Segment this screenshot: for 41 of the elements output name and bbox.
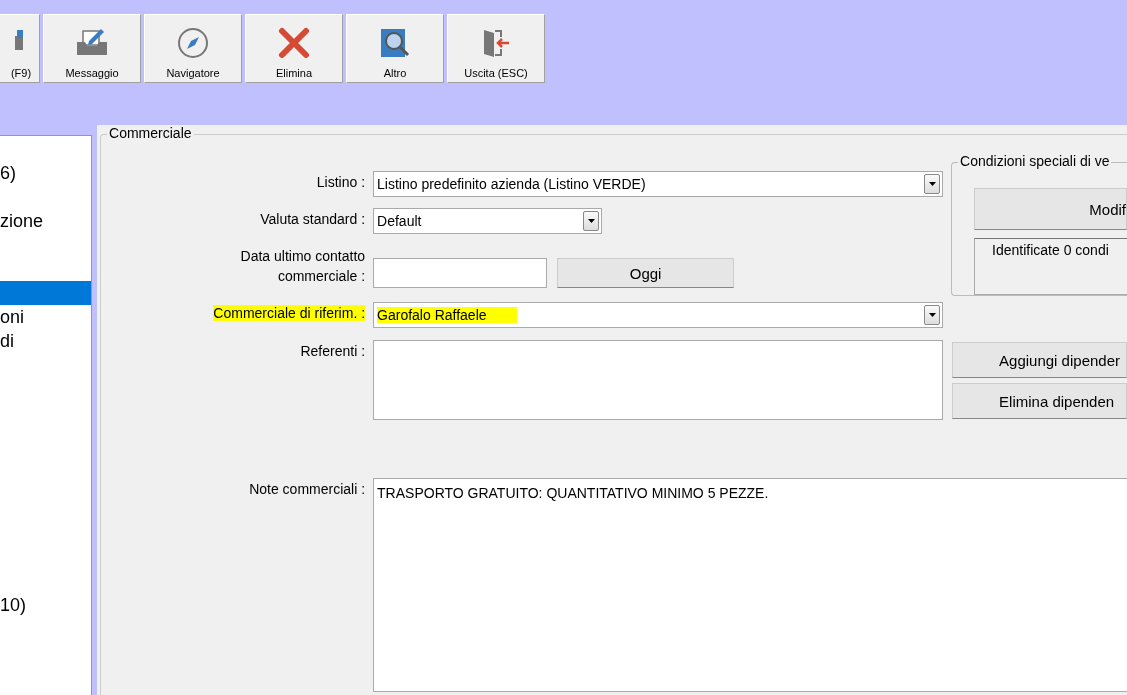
modify-button[interactable]: Modif bbox=[974, 188, 1127, 230]
close-icon bbox=[278, 27, 310, 59]
listino-dropdown[interactable]: Listino predefinito azienda (Listino VERDE) bbox=[373, 171, 944, 197]
caret-down-icon bbox=[928, 313, 936, 317]
field-label: Data ultimo contatto commerciale : bbox=[239, 247, 366, 286]
toolbar-button[interactable]: Altro bbox=[346, 14, 444, 83]
today-button[interactable]: Oggi bbox=[557, 258, 735, 288]
search-book-icon bbox=[379, 27, 411, 59]
caret-down-icon bbox=[587, 219, 595, 223]
group-title: Condizioni speciali di ve bbox=[958, 153, 1112, 169]
currency-dropdown[interactable]: Default bbox=[373, 208, 603, 234]
employee-button[interactable]: Elimina dipenden bbox=[952, 383, 1127, 419]
employee-button[interactable]: Aggiungi dipender bbox=[952, 342, 1127, 378]
field-label: Note commerciali : bbox=[249, 480, 366, 499]
toolbar-button[interactable]: Uscita (ESC) bbox=[447, 14, 545, 83]
group-title: Commerciale bbox=[107, 125, 194, 141]
exit-door-icon bbox=[481, 27, 511, 59]
field-label: Commerciale di riferim. : bbox=[213, 305, 366, 321]
date-field[interactable] bbox=[373, 258, 548, 288]
sidebar-item[interactable]: oni bbox=[0, 305, 92, 329]
toolbar-button[interactable]: Navigatore bbox=[144, 14, 242, 83]
compass-icon bbox=[177, 27, 209, 59]
dropdown-button[interactable] bbox=[583, 211, 600, 231]
dropdown-button[interactable] bbox=[924, 305, 941, 325]
field-label: Valuta standard : bbox=[260, 210, 366, 229]
field-label: Referenti : bbox=[300, 342, 366, 361]
contacts-field[interactable] bbox=[373, 340, 944, 420]
sidebar-item[interactable]: 6) bbox=[0, 161, 92, 185]
dropdown-button[interactable] bbox=[924, 174, 941, 194]
salesperson-dropdown[interactable]: Garofalo Raffaele bbox=[373, 302, 944, 328]
field-label: Listino : bbox=[316, 173, 366, 192]
toolbar-button[interactable]: Messaggio bbox=[43, 14, 141, 83]
caret-down-icon bbox=[928, 182, 936, 186]
toolbar-button[interactable]: (F9) bbox=[0, 14, 40, 83]
toolbar-button[interactable]: Elimina bbox=[245, 14, 343, 83]
sidebar-item[interactable]: 10) bbox=[0, 593, 92, 617]
notes-field[interactable]: TRASPORTO GRATUITO: QUANTITATIVO MINIMO 5 PEZZE. bbox=[373, 478, 1127, 692]
info-text: Identificate 0 condi bbox=[974, 238, 1127, 295]
sidebar-item[interactable]: di bbox=[0, 329, 92, 353]
sidebar-item[interactable]: zione bbox=[0, 209, 92, 233]
inbox-pen-icon bbox=[75, 28, 109, 58]
